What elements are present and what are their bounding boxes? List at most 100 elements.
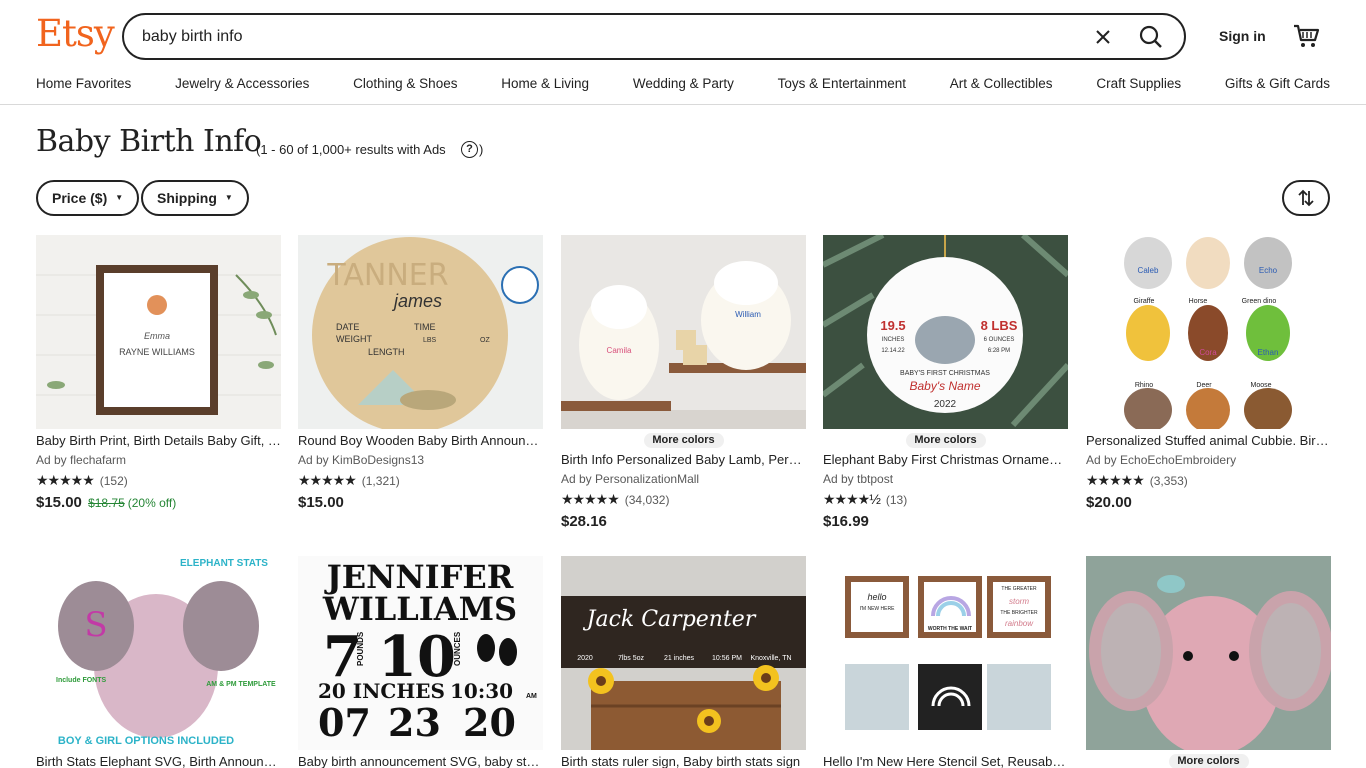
listing-title[interactable]: Personalized Stuffed animal Cubbie. Birt… <box>1086 433 1331 449</box>
stencil-hello: hello <box>867 592 886 602</box>
help-icon[interactable]: ? <box>461 141 478 158</box>
label-rhino: Rhino <box>1135 382 1153 389</box>
listing-title[interactable]: Elephant Baby First Christmas Ornament, … <box>823 452 1068 468</box>
listing-card[interactable]: Jack Carpenter 2020 7lbs 5oz 21 inches 1… <box>561 556 806 768</box>
more-colors-badge[interactable]: More colors <box>1168 754 1249 768</box>
nav-gifts[interactable]: Gifts & Gift Cards <box>1225 76 1330 91</box>
animal-caleb: Caleb <box>1138 266 1159 275</box>
lamb-name-blue: William <box>735 310 761 319</box>
ruler-time: 10:56 PM <box>712 655 742 662</box>
listing-title[interactable]: Hello I'm New Here Stencil Set, Reusable… <box>823 754 1068 768</box>
listing-title[interactable]: Birth Stats Elephant SVG, Birth Announce… <box>36 754 281 768</box>
sort-button[interactable] <box>1282 180 1330 216</box>
listing-title[interactable]: Birth Info Personalized Baby Lamb, Perso… <box>561 452 806 468</box>
nav-toys[interactable]: Toys & Entertainment <box>778 76 906 91</box>
stats-am: AM <box>526 693 537 700</box>
stats-month: 07 <box>318 700 371 745</box>
include-fonts-label: Include FONTS <box>56 677 107 684</box>
sign-weight: WEIGHT <box>336 334 372 344</box>
sign-in-link[interactable]: Sign in <box>1219 28 1266 44</box>
listing-card[interactable]: Camila William More colors Birth Info Pe… <box>561 235 806 530</box>
listing-image[interactable]: Emma RAYNE WILLIAMS <box>36 235 281 429</box>
price-filter-button[interactable]: Price ($) ▼ <box>36 180 140 216</box>
sort-icon <box>1298 189 1314 207</box>
label-moose: Moose <box>1250 382 1271 389</box>
listing-title[interactable]: Birth stats ruler sign, Baby birth stats… <box>561 754 806 768</box>
elephant-stats-label: ELEPHANT STATS <box>180 558 268 569</box>
listing-card[interactable]: JENNIFER WILLIAMS 7 10 POUNDS OUNCES 20 … <box>298 556 543 768</box>
birth-print-image: Emma RAYNE WILLIAMS <box>36 235 281 429</box>
listing-rating: ★★★★½ (13) <box>823 491 1068 508</box>
review-count: (13) <box>885 492 908 507</box>
ornament-year: 2022 <box>934 399 957 410</box>
clear-search-icon[interactable] <box>1090 24 1116 50</box>
listing-title[interactable]: Baby Birth Print, Birth Details Baby Gif… <box>36 433 281 449</box>
stats-pounds-label: POUNDS <box>356 631 365 666</box>
search-icon[interactable] <box>1136 22 1166 52</box>
listing-card[interactable]: Caleb Echo Giraffe Horse Green dino Cora… <box>1086 235 1331 511</box>
ornament-inches-value: 19.5 <box>880 318 905 333</box>
ruler-year: 2020 <box>577 655 593 662</box>
listing-image[interactable]: S ELEPHANT STATS Include FONTS AM & PM T… <box>36 556 281 750</box>
nav-wedding[interactable]: Wedding & Party <box>633 76 734 91</box>
listing-title[interactable]: Baby birth announcement SVG, baby stats … <box>298 754 543 768</box>
nav-art[interactable]: Art & Collectibles <box>950 76 1053 91</box>
sale-price: $15.00 <box>298 494 344 511</box>
stats-ounces-label: OUNCES <box>453 631 462 666</box>
ornament-name: Baby's Name <box>910 379 981 393</box>
listing-shop: Ad by PersonalizationMall <box>561 472 700 486</box>
listing-image[interactable]: JENNIFER WILLIAMS 7 10 POUNDS OUNCES 20 … <box>298 556 543 750</box>
stencil-greater: THE GREATER <box>1001 586 1037 592</box>
lamb-image: Camila William <box>561 235 806 429</box>
shipping-filter-button[interactable]: Shipping ▼ <box>141 180 249 216</box>
listing-rating: ★★★★★ (152) <box>36 472 281 489</box>
etsy-logo[interactable]: Etsy <box>36 12 115 55</box>
pink-elephant-image <box>1086 556 1331 750</box>
sign-lbs: LBS <box>423 337 437 344</box>
sign-length: LENGTH <box>368 347 405 357</box>
sale-price: $28.16 <box>561 513 607 530</box>
sign-oz: OZ <box>480 337 490 344</box>
listing-image[interactable]: Caleb Echo Giraffe Horse Green dino Cora… <box>1086 235 1331 429</box>
listing-image[interactable]: hello I'M NEW HERE WORTH THE WAIT THE GR… <box>823 556 1068 750</box>
wooden-sign-image: TANNER james DATE TIME WEIGHT LBS OZ LEN… <box>298 235 543 429</box>
listing-card[interactable]: TANNER james DATE TIME WEIGHT LBS OZ LEN… <box>298 235 543 511</box>
listing-image[interactable] <box>1086 556 1331 750</box>
listing-image[interactable]: Jack Carpenter 2020 7lbs 5oz 21 inches 1… <box>561 556 806 750</box>
nav-clothing[interactable]: Clothing & Shoes <box>353 76 457 91</box>
more-colors-badge[interactable]: More colors <box>905 433 986 448</box>
cart-icon[interactable] <box>1292 22 1320 50</box>
listing-image[interactable]: TANNER james DATE TIME WEIGHT LBS OZ LEN… <box>298 235 543 429</box>
sign-name: TANNER <box>326 258 448 293</box>
listing-card[interactable]: Emma RAYNE WILLIAMS Baby Birth Print, Bi… <box>36 235 281 511</box>
nav-craft[interactable]: Craft Supplies <box>1096 76 1181 91</box>
nav-home-favorites[interactable]: Home Favorites <box>36 76 131 91</box>
listing-image[interactable]: 19.5 INCHES 12.14.22 8 LBS 6 OUNCES 6:28… <box>823 235 1068 429</box>
caret-down-icon: ▼ <box>224 193 233 202</box>
listing-image[interactable]: Camila William <box>561 235 806 429</box>
stats-svg-image: JENNIFER WILLIAMS 7 10 POUNDS OUNCES 20 … <box>298 556 543 750</box>
search-input[interactable] <box>142 26 1042 48</box>
nav-jewelry[interactable]: Jewelry & Accessories <box>175 76 309 91</box>
print-fullname: RAYNE WILLIAMS <box>119 347 195 357</box>
listing-title[interactable]: Round Boy Wooden Baby Birth Announcement… <box>298 433 543 449</box>
nav-home-living[interactable]: Home & Living <box>501 76 589 91</box>
stencil-new-here: I'M NEW HERE <box>860 606 896 612</box>
svg-text:S: S <box>84 605 107 645</box>
label-green-dino: Green dino <box>1242 298 1277 305</box>
review-count: (3,353) <box>1149 473 1188 488</box>
listing-card[interactable]: 19.5 INCHES 12.14.22 8 LBS 6 OUNCES 6:28… <box>823 235 1068 530</box>
stencil-worth-wait: WORTH THE WAIT <box>928 626 972 632</box>
star-rating-icon: ★★★★★ <box>1086 472 1145 488</box>
listing-shop: Ad by EchoEchoEmbroidery <box>1086 453 1237 467</box>
stats-last-name: WILLIAMS <box>322 590 517 628</box>
listing-price: $15.00 $18.75 (20% off) <box>36 494 281 511</box>
listing-card[interactable]: hello I'M NEW HERE WORTH THE WAIT THE GR… <box>823 556 1068 768</box>
sign-middle: james <box>391 291 442 311</box>
listing-card[interactable]: More colors <box>1086 556 1331 768</box>
more-colors-badge[interactable]: More colors <box>643 433 724 448</box>
ornament-inches-label: INCHES <box>882 337 905 343</box>
listing-card[interactable]: S ELEPHANT STATS Include FONTS AM & PM T… <box>36 556 281 768</box>
template-label: AM & PM TEMPLATE <box>206 681 276 688</box>
animal-echo: Echo <box>1259 266 1278 275</box>
